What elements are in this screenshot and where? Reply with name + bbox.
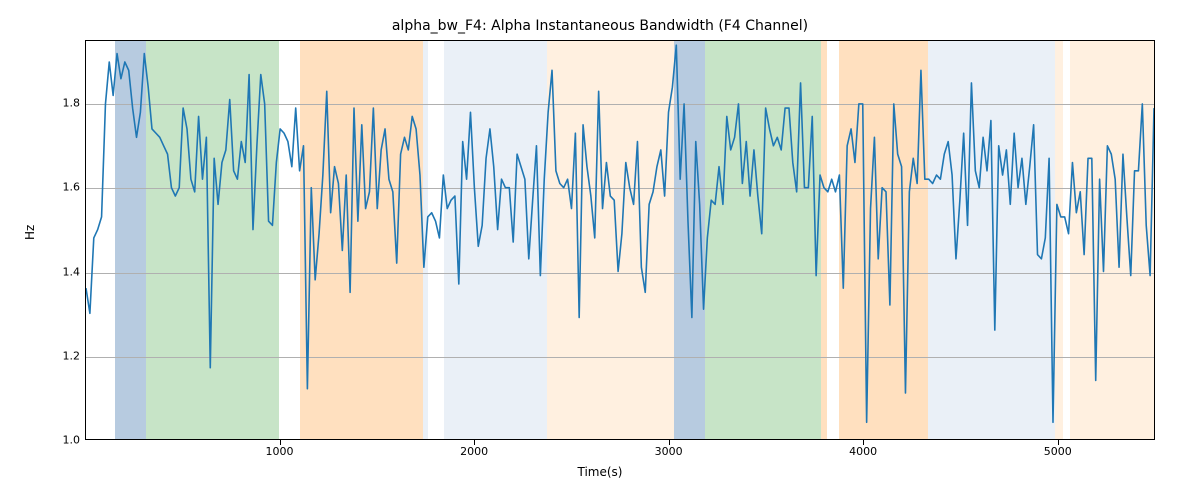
y-tick-label: 1.2	[40, 349, 80, 362]
y-tick-label: 1.8	[40, 97, 80, 110]
y-tick-label: 1.4	[40, 265, 80, 278]
chart-title: alpha_bw_F4: Alpha Instantaneous Bandwid…	[0, 18, 1200, 34]
y-tick-label: 1.0	[40, 434, 80, 447]
x-tick-label: 5000	[1044, 445, 1072, 458]
y-axis-label: Hz	[23, 225, 37, 240]
figure: alpha_bw_F4: Alpha Instantaneous Bandwid…	[0, 0, 1200, 500]
x-tick-label: 1000	[266, 445, 294, 458]
x-tick-label: 3000	[655, 445, 683, 458]
plot-area	[85, 40, 1155, 440]
y-tick-label: 1.6	[40, 181, 80, 194]
x-axis-label: Time(s)	[0, 465, 1200, 479]
x-tick-label: 2000	[460, 445, 488, 458]
x-tick-label: 4000	[849, 445, 877, 458]
line-series	[86, 41, 1154, 439]
